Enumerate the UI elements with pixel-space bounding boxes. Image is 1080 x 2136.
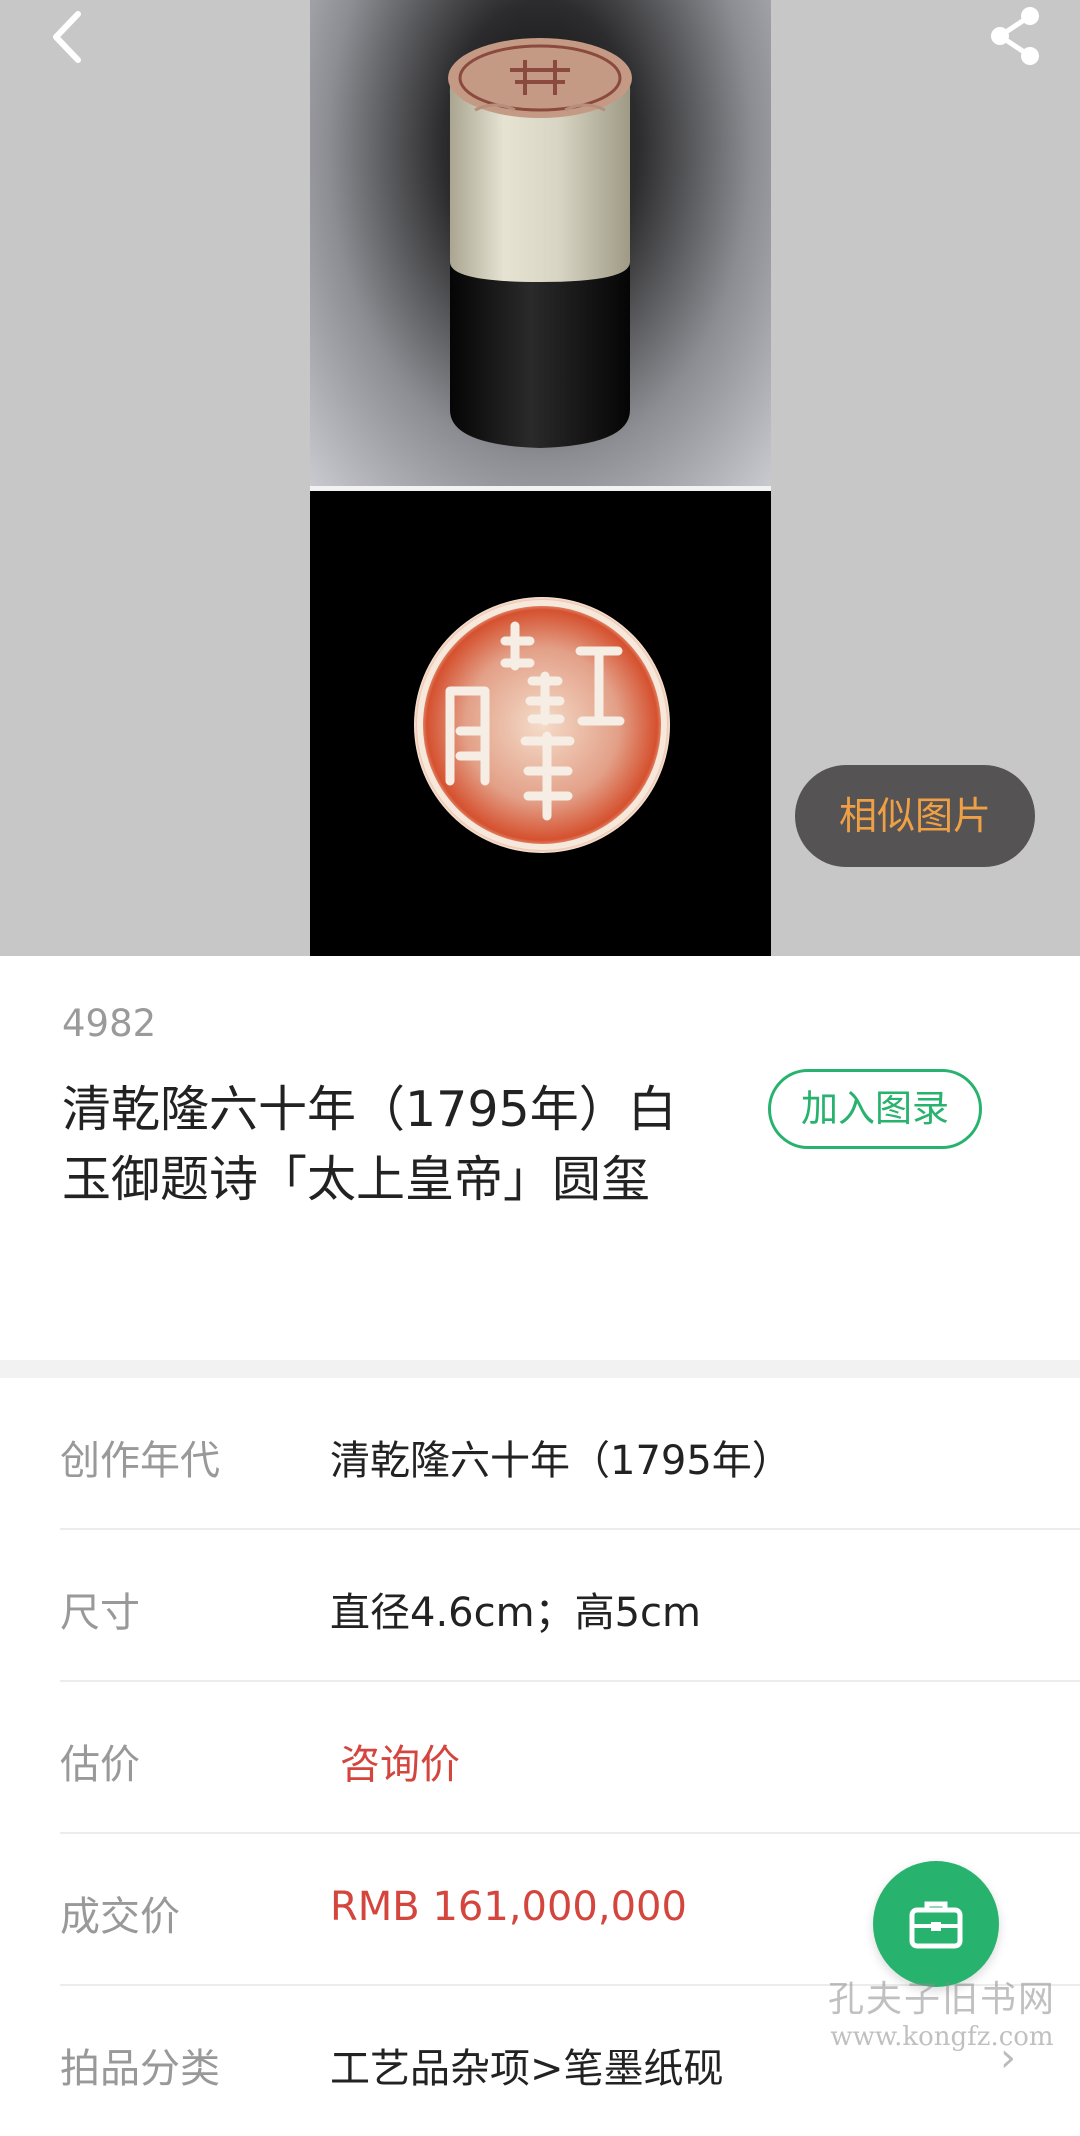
detail-label: 拍品分类 <box>60 2046 220 2092</box>
watermark-url: www.kongfz.com <box>830 2022 1054 2052</box>
jade-seal-illustration <box>448 38 632 448</box>
chevron-left-icon <box>53 11 81 63</box>
hammer-price-value: RMB 161,000,000 <box>330 1884 687 1930</box>
detail-value: 清乾隆六十年（1795年） <box>330 1438 792 1484</box>
watermark: 孔夫子旧书网 www.kongfz.com <box>812 1970 1072 2052</box>
watermark-text: 孔夫子旧书网 <box>827 1979 1056 2020</box>
back-button[interactable] <box>40 8 100 68</box>
detail-value: 工艺品杂项>笔墨纸砚 <box>330 2046 724 2092</box>
estimate-inquiry-link[interactable]: 咨询价 <box>340 1732 460 1790</box>
seal-impression-illustration <box>414 597 670 853</box>
lot-title: 清乾隆六十年（1795年）白玉御题诗「太上皇帝」圆玺 <box>62 1081 677 1208</box>
lot-number: 4982 <box>62 1002 157 1045</box>
similar-images-button[interactable]: 相似图片 <box>795 765 1035 867</box>
detail-row-size: 尺寸 直径4.6cm；高5cm <box>60 1530 1080 1682</box>
toolbox-fab[interactable] <box>873 1861 999 1987</box>
share-icon <box>991 7 1039 65</box>
detail-value: 直径4.6cm；高5cm <box>330 1590 701 1636</box>
seal-side-photo[interactable] <box>310 0 771 486</box>
section-divider <box>0 1360 1080 1378</box>
detail-row-period: 创作年代 清乾隆六十年（1795年） <box>60 1378 1080 1530</box>
seal-face-photo[interactable] <box>310 491 771 956</box>
share-button[interactable] <box>986 2 1046 68</box>
detail-label: 创作年代 <box>60 1438 220 1484</box>
detail-label: 尺寸 <box>60 1590 140 1636</box>
detail-label: 成交价 <box>60 1894 180 1940</box>
add-to-catalog-button[interactable]: 加入图录 <box>768 1069 982 1149</box>
briefcase-icon <box>909 1901 963 1949</box>
detail-row-estimate: 估价 咨询价 <box>60 1682 1080 1834</box>
image-gallery[interactable]: 相似图片 <box>0 0 1080 956</box>
detail-label: 估价 <box>60 1742 140 1788</box>
